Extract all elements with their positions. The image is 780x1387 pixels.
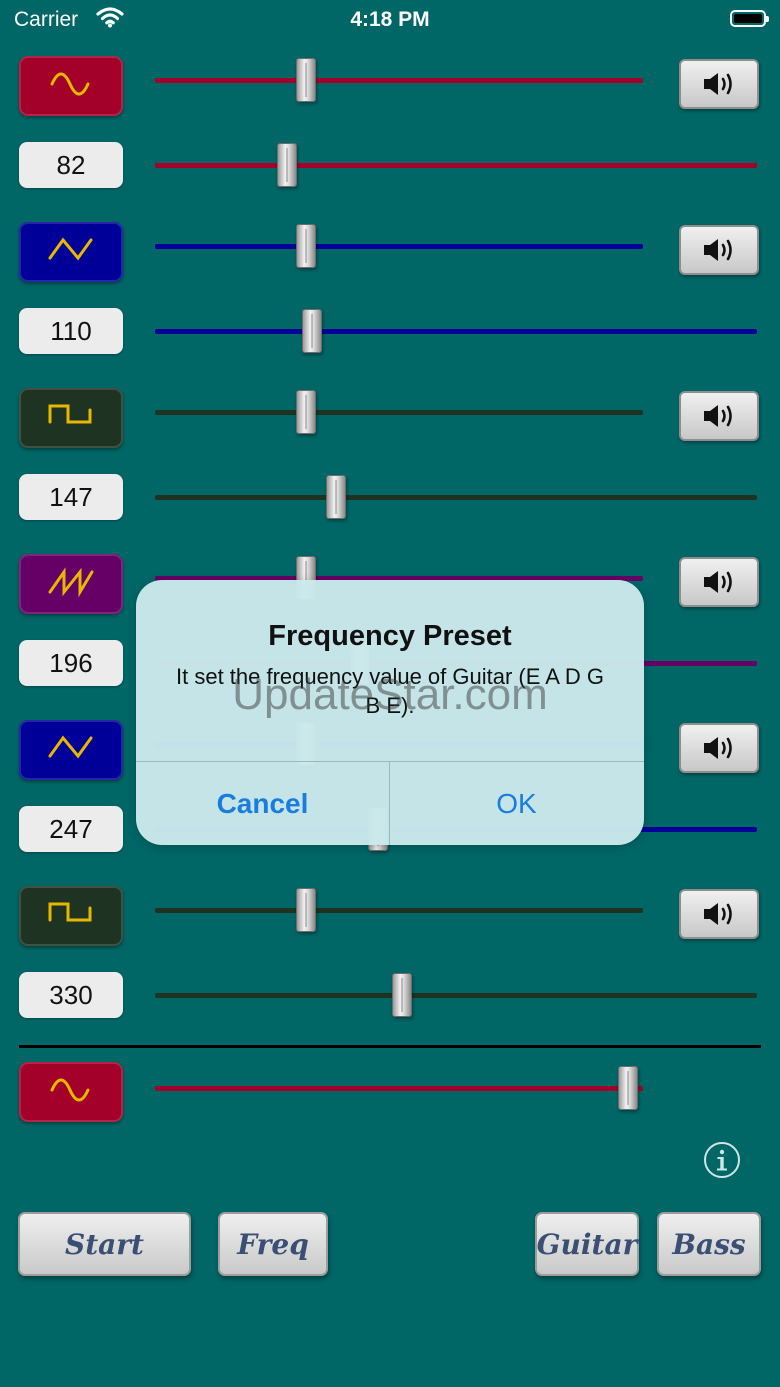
volume-slider-thumb[interactable]	[296, 390, 317, 434]
frequency-value[interactable]: 196	[19, 640, 123, 686]
frequency-value[interactable]: 147	[19, 474, 123, 520]
clock: 4:18 PM	[350, 8, 430, 31]
volume-slider-track[interactable]	[155, 908, 643, 913]
mute-button[interactable]	[679, 59, 759, 109]
triangle-wave-icon	[46, 230, 96, 275]
divider	[19, 1045, 761, 1048]
wave-select-button[interactable]	[19, 554, 123, 614]
wave-select-button[interactable]	[19, 222, 123, 282]
mute-button[interactable]	[679, 557, 759, 607]
dialog-title: Frequency Preset	[268, 620, 512, 652]
freq-button[interactable]: Freq	[218, 1212, 328, 1276]
volume-slider-track[interactable]	[155, 410, 643, 415]
master-volume-track[interactable]	[155, 1086, 643, 1091]
frequency-slider-track[interactable]	[155, 163, 757, 168]
speaker-icon	[702, 404, 736, 428]
speaker-icon	[702, 902, 736, 926]
mute-button[interactable]	[679, 889, 759, 939]
frequency-value[interactable]: 110	[19, 308, 123, 354]
triangle-wave-icon	[46, 728, 96, 773]
wave-select-button[interactable]	[19, 886, 123, 946]
dialog-message: It set the frequency value of Guitar (E …	[176, 664, 604, 718]
frequency-preset-dialog: Frequency Preset It set the frequency va…	[136, 580, 644, 845]
speaker-icon	[702, 736, 736, 760]
frequency-slider-track[interactable]	[155, 993, 757, 998]
speaker-icon	[702, 570, 736, 594]
frequency-slider-track[interactable]	[155, 495, 757, 500]
volume-slider-track[interactable]	[155, 244, 643, 249]
frequency-slider-thumb[interactable]	[277, 143, 298, 187]
sine-wave-icon	[46, 64, 96, 109]
mute-button[interactable]	[679, 391, 759, 441]
start-button[interactable]: Start	[18, 1212, 191, 1276]
frequency-value[interactable]: 330	[19, 972, 123, 1018]
volume-slider-thumb[interactable]	[296, 58, 317, 102]
master-wave-button[interactable]	[19, 1062, 123, 1122]
volume-slider-thumb[interactable]	[296, 224, 317, 268]
volume-slider-thumb[interactable]	[296, 888, 317, 932]
square-wave-icon	[46, 894, 96, 939]
wave-select-button[interactable]	[19, 56, 123, 116]
frequency-slider-thumb[interactable]	[325, 475, 346, 519]
speaker-icon	[702, 238, 736, 262]
wave-select-button[interactable]	[19, 720, 123, 780]
volume-slider-track[interactable]	[155, 78, 643, 83]
info-icon[interactable]	[703, 1141, 741, 1179]
battery-icon	[730, 10, 769, 27]
frequency-slider-track[interactable]	[155, 329, 757, 334]
frequency-slider-thumb[interactable]	[391, 973, 412, 1017]
ok-button[interactable]: OK	[390, 762, 643, 845]
square-wave-icon	[46, 396, 96, 441]
status-bar: Carrier 4:18 PM	[0, 0, 780, 40]
wave-select-button[interactable]	[19, 388, 123, 448]
master-volume-thumb[interactable]	[618, 1066, 639, 1110]
bass-button[interactable]: Bass	[657, 1212, 761, 1276]
cancel-button[interactable]: Cancel	[136, 762, 389, 845]
frequency-slider-thumb[interactable]	[301, 309, 322, 353]
sine-wave-icon	[46, 1070, 96, 1115]
mute-button[interactable]	[679, 723, 759, 773]
frequency-value[interactable]: 247	[19, 806, 123, 852]
mute-button[interactable]	[679, 225, 759, 275]
sawtooth-wave-icon	[46, 562, 96, 607]
speaker-icon	[702, 72, 736, 96]
guitar-button[interactable]: Guitar	[535, 1212, 639, 1276]
frequency-value[interactable]: 82	[19, 142, 123, 188]
